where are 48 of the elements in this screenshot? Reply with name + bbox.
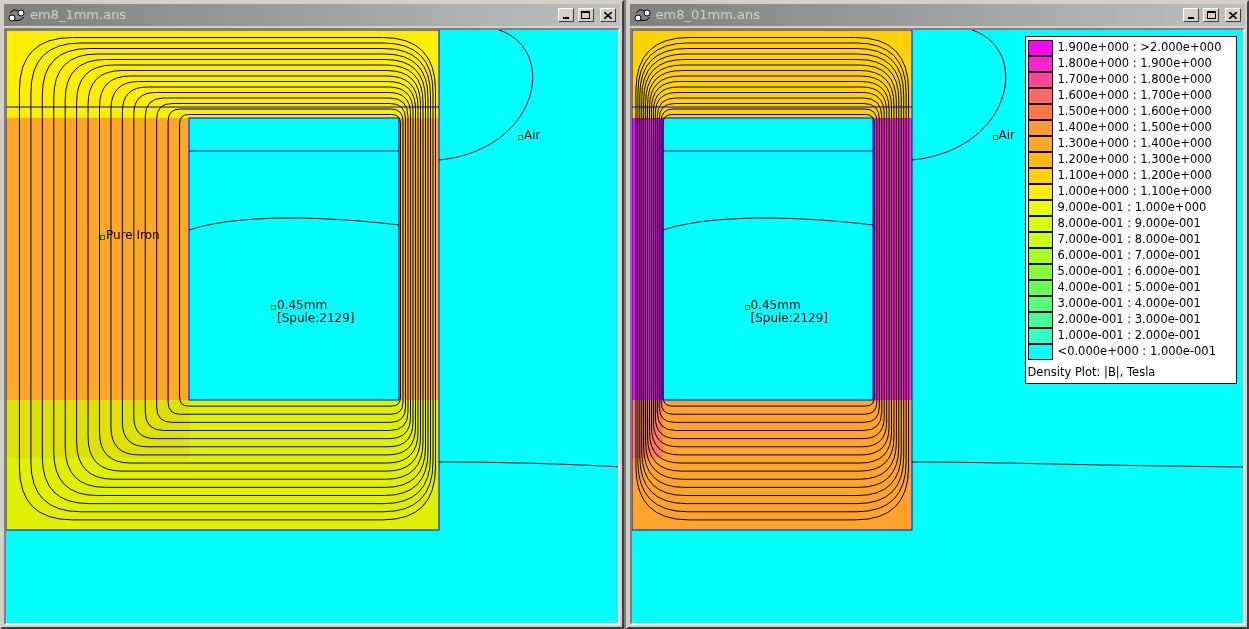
close-button[interactable] bbox=[599, 8, 616, 22]
legend-label: 1.000e+000 : 1.100e+000 bbox=[1057, 186, 1212, 198]
minimize-button[interactable] bbox=[1183, 8, 1199, 22]
block-label: [Spule:2129] bbox=[750, 312, 828, 325]
legend-label: 7.000e-001 : 8.000e-001 bbox=[1057, 234, 1201, 246]
legend-label: 1.700e+000 : 1.800e+000 bbox=[1057, 74, 1212, 86]
block-marker-icon bbox=[518, 135, 523, 140]
block-marker-icon bbox=[100, 235, 105, 240]
legend-label: 1.800e+000 : 1.900e+000 bbox=[1057, 58, 1212, 70]
maximize-button[interactable] bbox=[577, 8, 594, 22]
legend-label: 4.000e-001 : 5.000e-001 bbox=[1057, 282, 1201, 294]
legend-label: 1.100e+000 : 1.200e+000 bbox=[1057, 170, 1212, 182]
legend-label: 3.000e-001 : 4.000e-001 bbox=[1057, 298, 1201, 310]
block-label: [Spule:2129] bbox=[277, 312, 355, 325]
maximize-icon bbox=[581, 11, 590, 19]
block-marker-icon bbox=[744, 305, 750, 310]
block-label: 0.45mm bbox=[277, 299, 329, 312]
minimize-button[interactable] bbox=[557, 8, 574, 22]
legend-label: 5.000e-001 : 6.000e-001 bbox=[1057, 266, 1201, 278]
close-icon bbox=[603, 11, 612, 19]
maximize-button[interactable] bbox=[1203, 8, 1219, 22]
block-label: Air bbox=[998, 129, 1015, 142]
block-label: Air bbox=[524, 129, 541, 142]
legend-label: 1.200e+000 : 1.300e+000 bbox=[1057, 154, 1212, 166]
legend-label: 8.000e-001 : 9.000e-001 bbox=[1057, 218, 1201, 230]
legend-label: 1.000e-001 : 2.000e-001 bbox=[1057, 330, 1201, 342]
window-title: em8_01mm.ans bbox=[655, 6, 761, 25]
legend-label: 1.900e+000 : >2.000e+000 bbox=[1057, 42, 1222, 54]
maximize-icon bbox=[1206, 11, 1216, 19]
close-icon bbox=[1229, 11, 1237, 19]
legend-label: 2.000e-001 : 3.000e-001 bbox=[1057, 314, 1201, 326]
minimize-icon bbox=[1188, 17, 1194, 19]
legend-label: 1.400e+000 : 1.500e+000 bbox=[1057, 122, 1212, 134]
window-title: em8_1mm.ans bbox=[30, 6, 128, 25]
app-logo-icon bbox=[8, 8, 26, 22]
minimize-icon bbox=[562, 17, 569, 19]
legend-label: 1.300e+000 : 1.400e+000 bbox=[1057, 138, 1212, 150]
block-marker-icon bbox=[992, 135, 998, 140]
legend-label: 9.000e-001 : 1.000e+000 bbox=[1057, 202, 1207, 214]
app-logo-icon bbox=[633, 8, 652, 22]
legend-label: 6.000e-001 : 7.000e-001 bbox=[1057, 250, 1201, 262]
legend-title: Density Plot: |B|, Tesla bbox=[1027, 364, 1157, 381]
block-marker-icon bbox=[271, 305, 276, 310]
block-label: 0.45mm bbox=[750, 299, 802, 312]
legend-label: 1.600e+000 : 1.700e+000 bbox=[1057, 90, 1212, 102]
legend-label: 1.500e+000 : 1.600e+000 bbox=[1057, 106, 1212, 118]
close-button[interactable] bbox=[1225, 8, 1241, 22]
legend-label: <0.000e+000 : 1.000e-001 bbox=[1057, 346, 1216, 358]
